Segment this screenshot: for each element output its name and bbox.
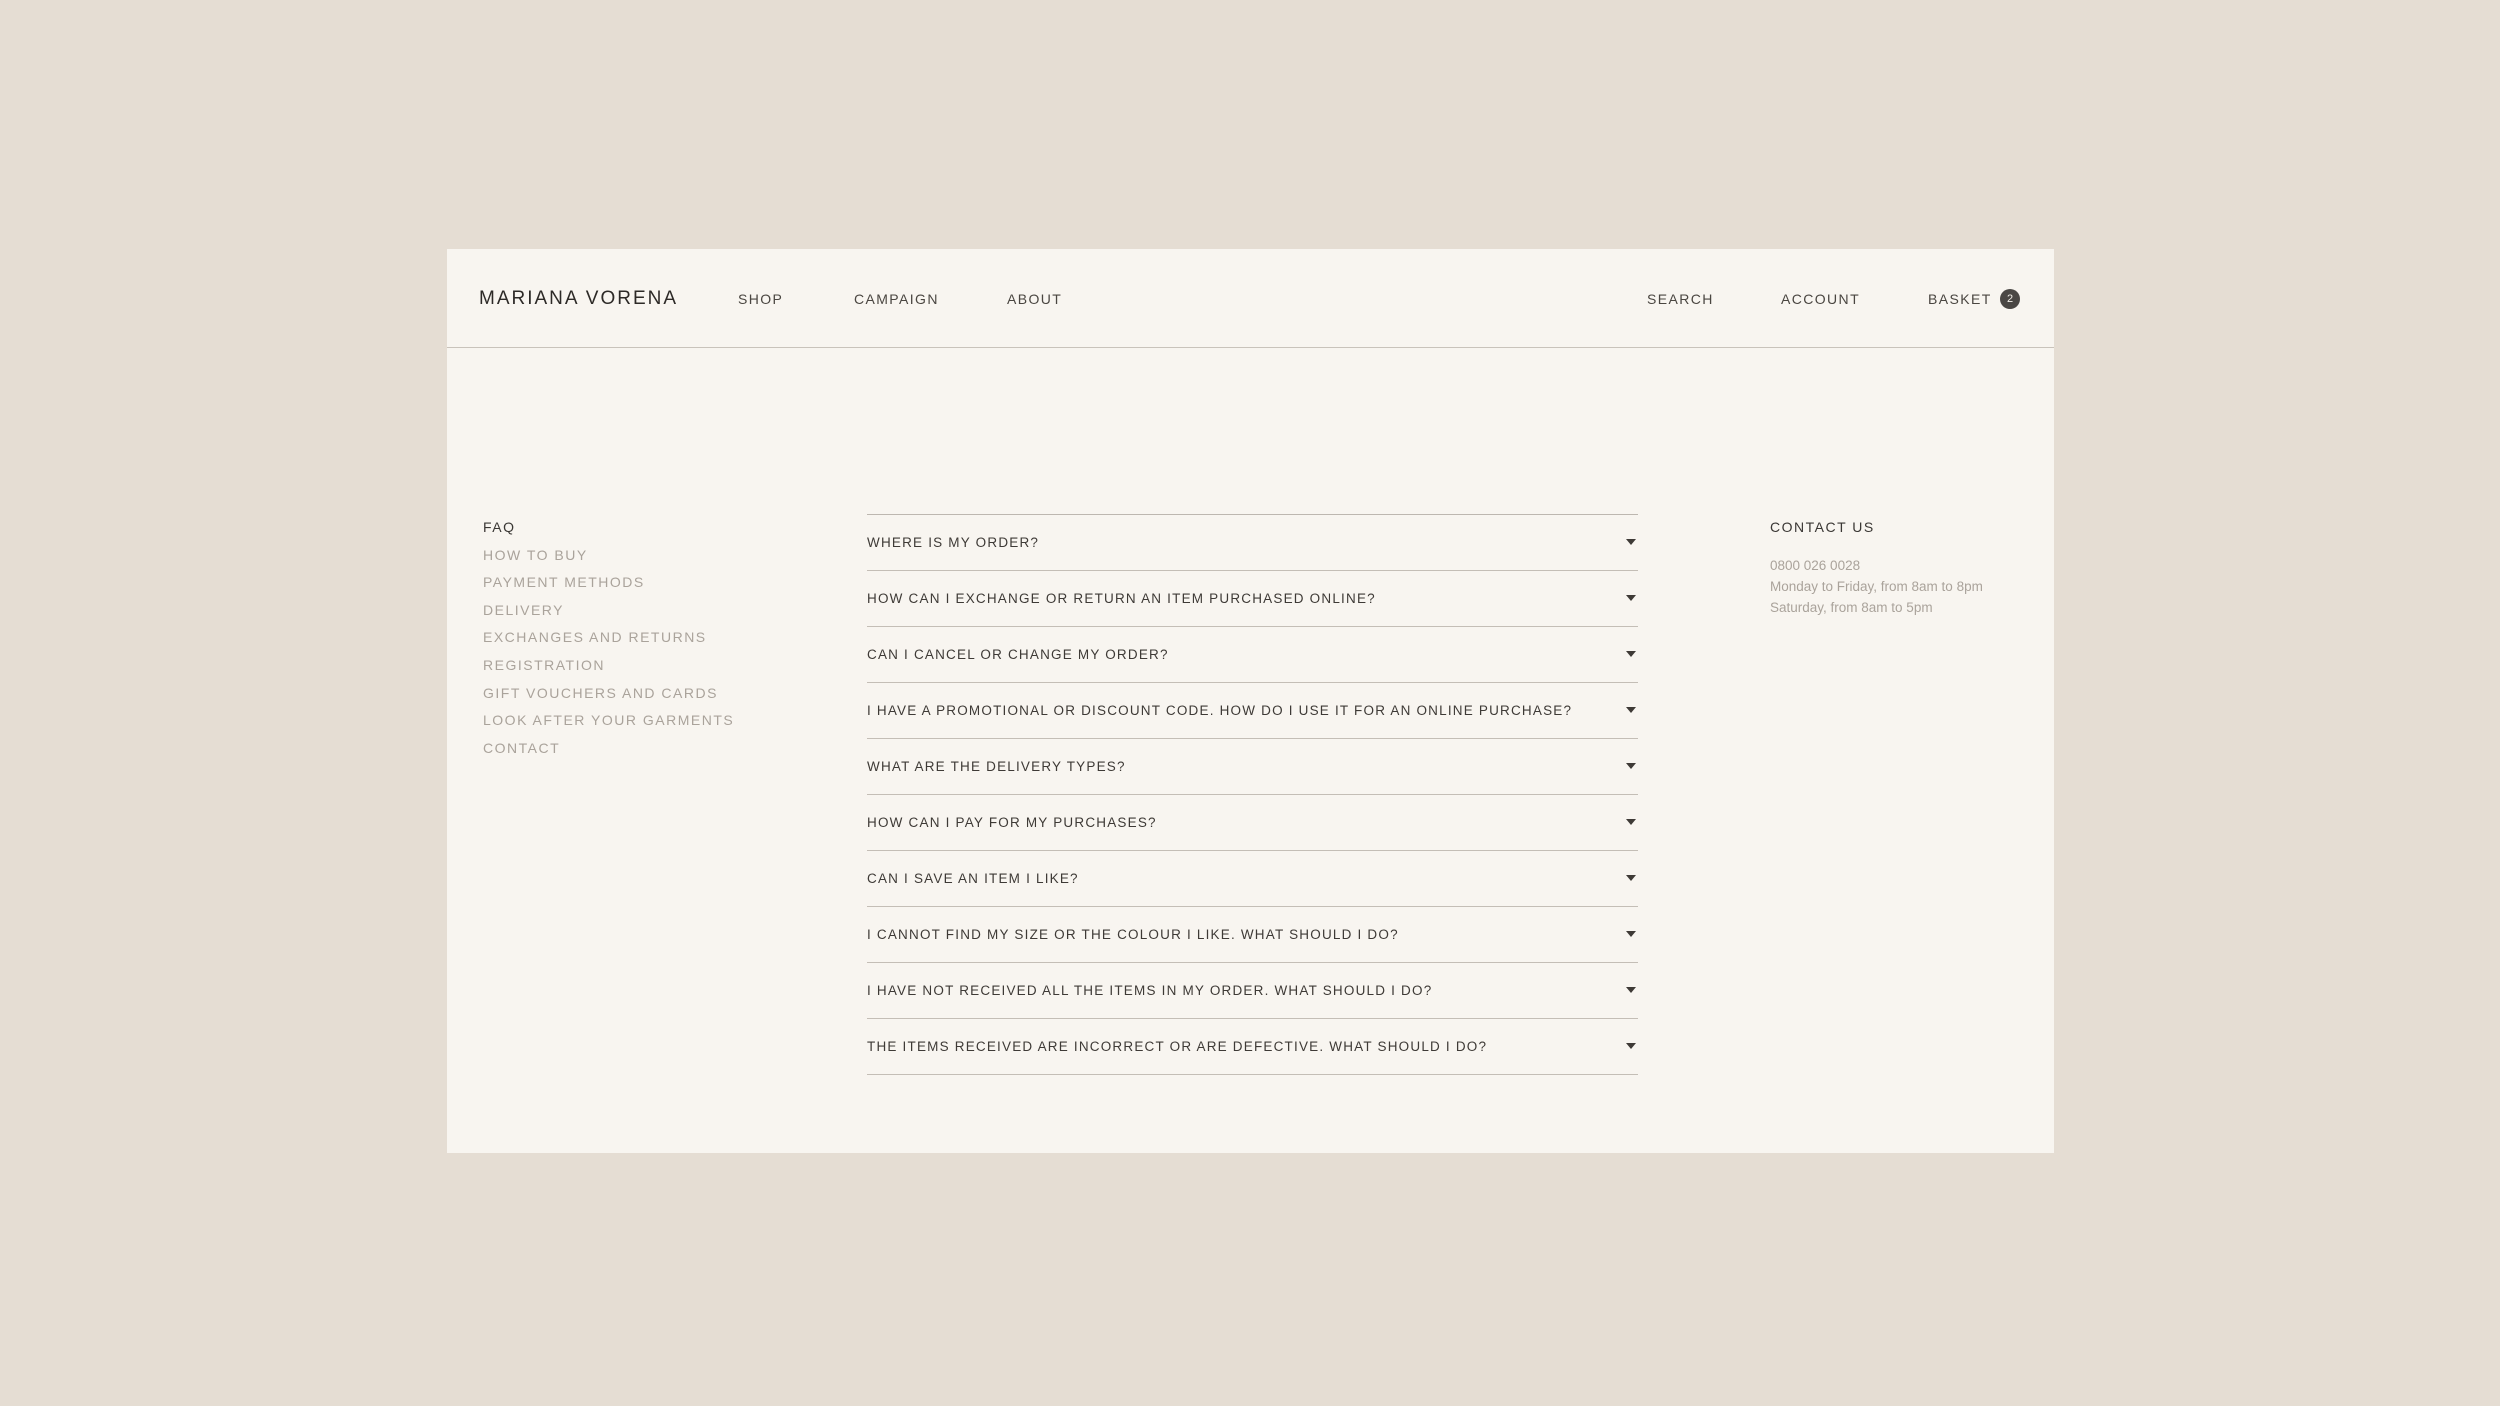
contact-panel: CONTACT US 0800 026 0028 Monday to Frida… xyxy=(1770,519,1983,618)
faq-item-payment[interactable]: HOW CAN I PAY FOR MY PURCHASES? xyxy=(867,795,1638,851)
faq-question: I HAVE A PROMOTIONAL OR DISCOUNT CODE. H… xyxy=(867,703,1573,718)
contact-saturday-hours: Saturday, from 8am to 5pm xyxy=(1770,600,1933,615)
contact-title: CONTACT US xyxy=(1770,519,1875,535)
contact-phone[interactable]: 0800 026 0028 xyxy=(1770,555,1983,576)
sidebar-item-garment-care[interactable]: LOOK AFTER YOUR GARMENTS xyxy=(483,712,734,740)
faq-question: WHERE IS MY ORDER? xyxy=(867,535,1040,550)
caret-down-icon[interactable] xyxy=(1626,819,1636,825)
sidebar-item-exchanges-and-returns[interactable]: EXCHANGES AND RETURNS xyxy=(483,629,734,657)
faq-item-delivery-types[interactable]: WHAT ARE THE DELIVERY TYPES? xyxy=(867,739,1638,795)
caret-down-icon[interactable] xyxy=(1626,1043,1636,1049)
caret-down-icon[interactable] xyxy=(1626,875,1636,881)
caret-down-icon[interactable] xyxy=(1626,763,1636,769)
basket-link[interactable]: BASKET xyxy=(1928,291,1992,307)
sidebar-item-how-to-buy[interactable]: HOW TO BUY xyxy=(483,547,734,575)
faq-item-exchange-or-return[interactable]: HOW CAN I EXCHANGE OR RETURN AN ITEM PUR… xyxy=(867,571,1638,627)
faq-question: I CANNOT FIND MY SIZE OR THE COLOUR I LI… xyxy=(867,927,1399,942)
faq-question: I HAVE NOT RECEIVED ALL THE ITEMS IN MY … xyxy=(867,983,1433,998)
faq-question: THE ITEMS RECEIVED ARE INCORRECT OR ARE … xyxy=(867,1039,1488,1054)
faq-item-where-is-my-order[interactable]: WHERE IS MY ORDER? xyxy=(867,515,1638,571)
caret-down-icon[interactable] xyxy=(1626,707,1636,713)
page-frame: MARIANA VORENA SHOP CAMPAIGN ABOUT SEARC… xyxy=(447,249,2054,1153)
faq-question: HOW CAN I EXCHANGE OR RETURN AN ITEM PUR… xyxy=(867,591,1376,606)
faq-question: HOW CAN I PAY FOR MY PURCHASES? xyxy=(867,815,1157,830)
sidebar-item-gift-vouchers[interactable]: GIFT VOUCHERS AND CARDS xyxy=(483,685,734,713)
nav-shop[interactable]: SHOP xyxy=(738,291,783,307)
faq-question: WHAT ARE THE DELIVERY TYPES? xyxy=(867,759,1126,774)
basket-count-badge[interactable]: 2 xyxy=(2000,289,2020,309)
faq-sidebar: FAQ HOW TO BUY PAYMENT METHODS DELIVERY … xyxy=(483,519,734,767)
faq-item-size-or-colour[interactable]: I CANNOT FIND MY SIZE OR THE COLOUR I LI… xyxy=(867,907,1638,963)
faq-question: CAN I SAVE AN ITEM I LIKE? xyxy=(867,871,1079,886)
sidebar-item-contact[interactable]: CONTACT xyxy=(483,740,734,768)
sidebar-item-payment-methods[interactable]: PAYMENT METHODS xyxy=(483,574,734,602)
faq-question: CAN I CANCEL OR CHANGE MY ORDER? xyxy=(867,647,1169,662)
brand-logo[interactable]: MARIANA VORENA xyxy=(479,289,678,309)
contact-weekday-hours: Monday to Friday, from 8am to 8pm xyxy=(1770,579,1983,594)
faq-accordion: WHERE IS MY ORDER? HOW CAN I EXCHANGE OR… xyxy=(867,514,1638,1075)
account-link[interactable]: ACCOUNT xyxy=(1781,291,1860,307)
nav-campaign[interactable]: CAMPAIGN xyxy=(854,291,939,307)
search-link[interactable]: SEARCH xyxy=(1647,291,1714,307)
faq-item-cancel-or-change-order[interactable]: CAN I CANCEL OR CHANGE MY ORDER? xyxy=(867,627,1638,683)
caret-down-icon[interactable] xyxy=(1626,595,1636,601)
nav-about[interactable]: ABOUT xyxy=(1007,291,1062,307)
faq-item-save-item[interactable]: CAN I SAVE AN ITEM I LIKE? xyxy=(867,851,1638,907)
site-header: MARIANA VORENA SHOP CAMPAIGN ABOUT SEARC… xyxy=(447,249,2054,348)
caret-down-icon[interactable] xyxy=(1626,987,1636,993)
sidebar-item-registration[interactable]: REGISTRATION xyxy=(483,657,734,685)
caret-down-icon[interactable] xyxy=(1626,931,1636,937)
faq-item-discount-code[interactable]: I HAVE A PROMOTIONAL OR DISCOUNT CODE. H… xyxy=(867,683,1638,739)
faq-item-missing-items[interactable]: I HAVE NOT RECEIVED ALL THE ITEMS IN MY … xyxy=(867,963,1638,1019)
sidebar-item-delivery[interactable]: DELIVERY xyxy=(483,602,734,630)
caret-down-icon[interactable] xyxy=(1626,651,1636,657)
faq-item-defective-items[interactable]: THE ITEMS RECEIVED ARE INCORRECT OR ARE … xyxy=(867,1019,1638,1075)
sidebar-item-faq[interactable]: FAQ xyxy=(483,519,734,547)
caret-down-icon[interactable] xyxy=(1626,539,1636,545)
